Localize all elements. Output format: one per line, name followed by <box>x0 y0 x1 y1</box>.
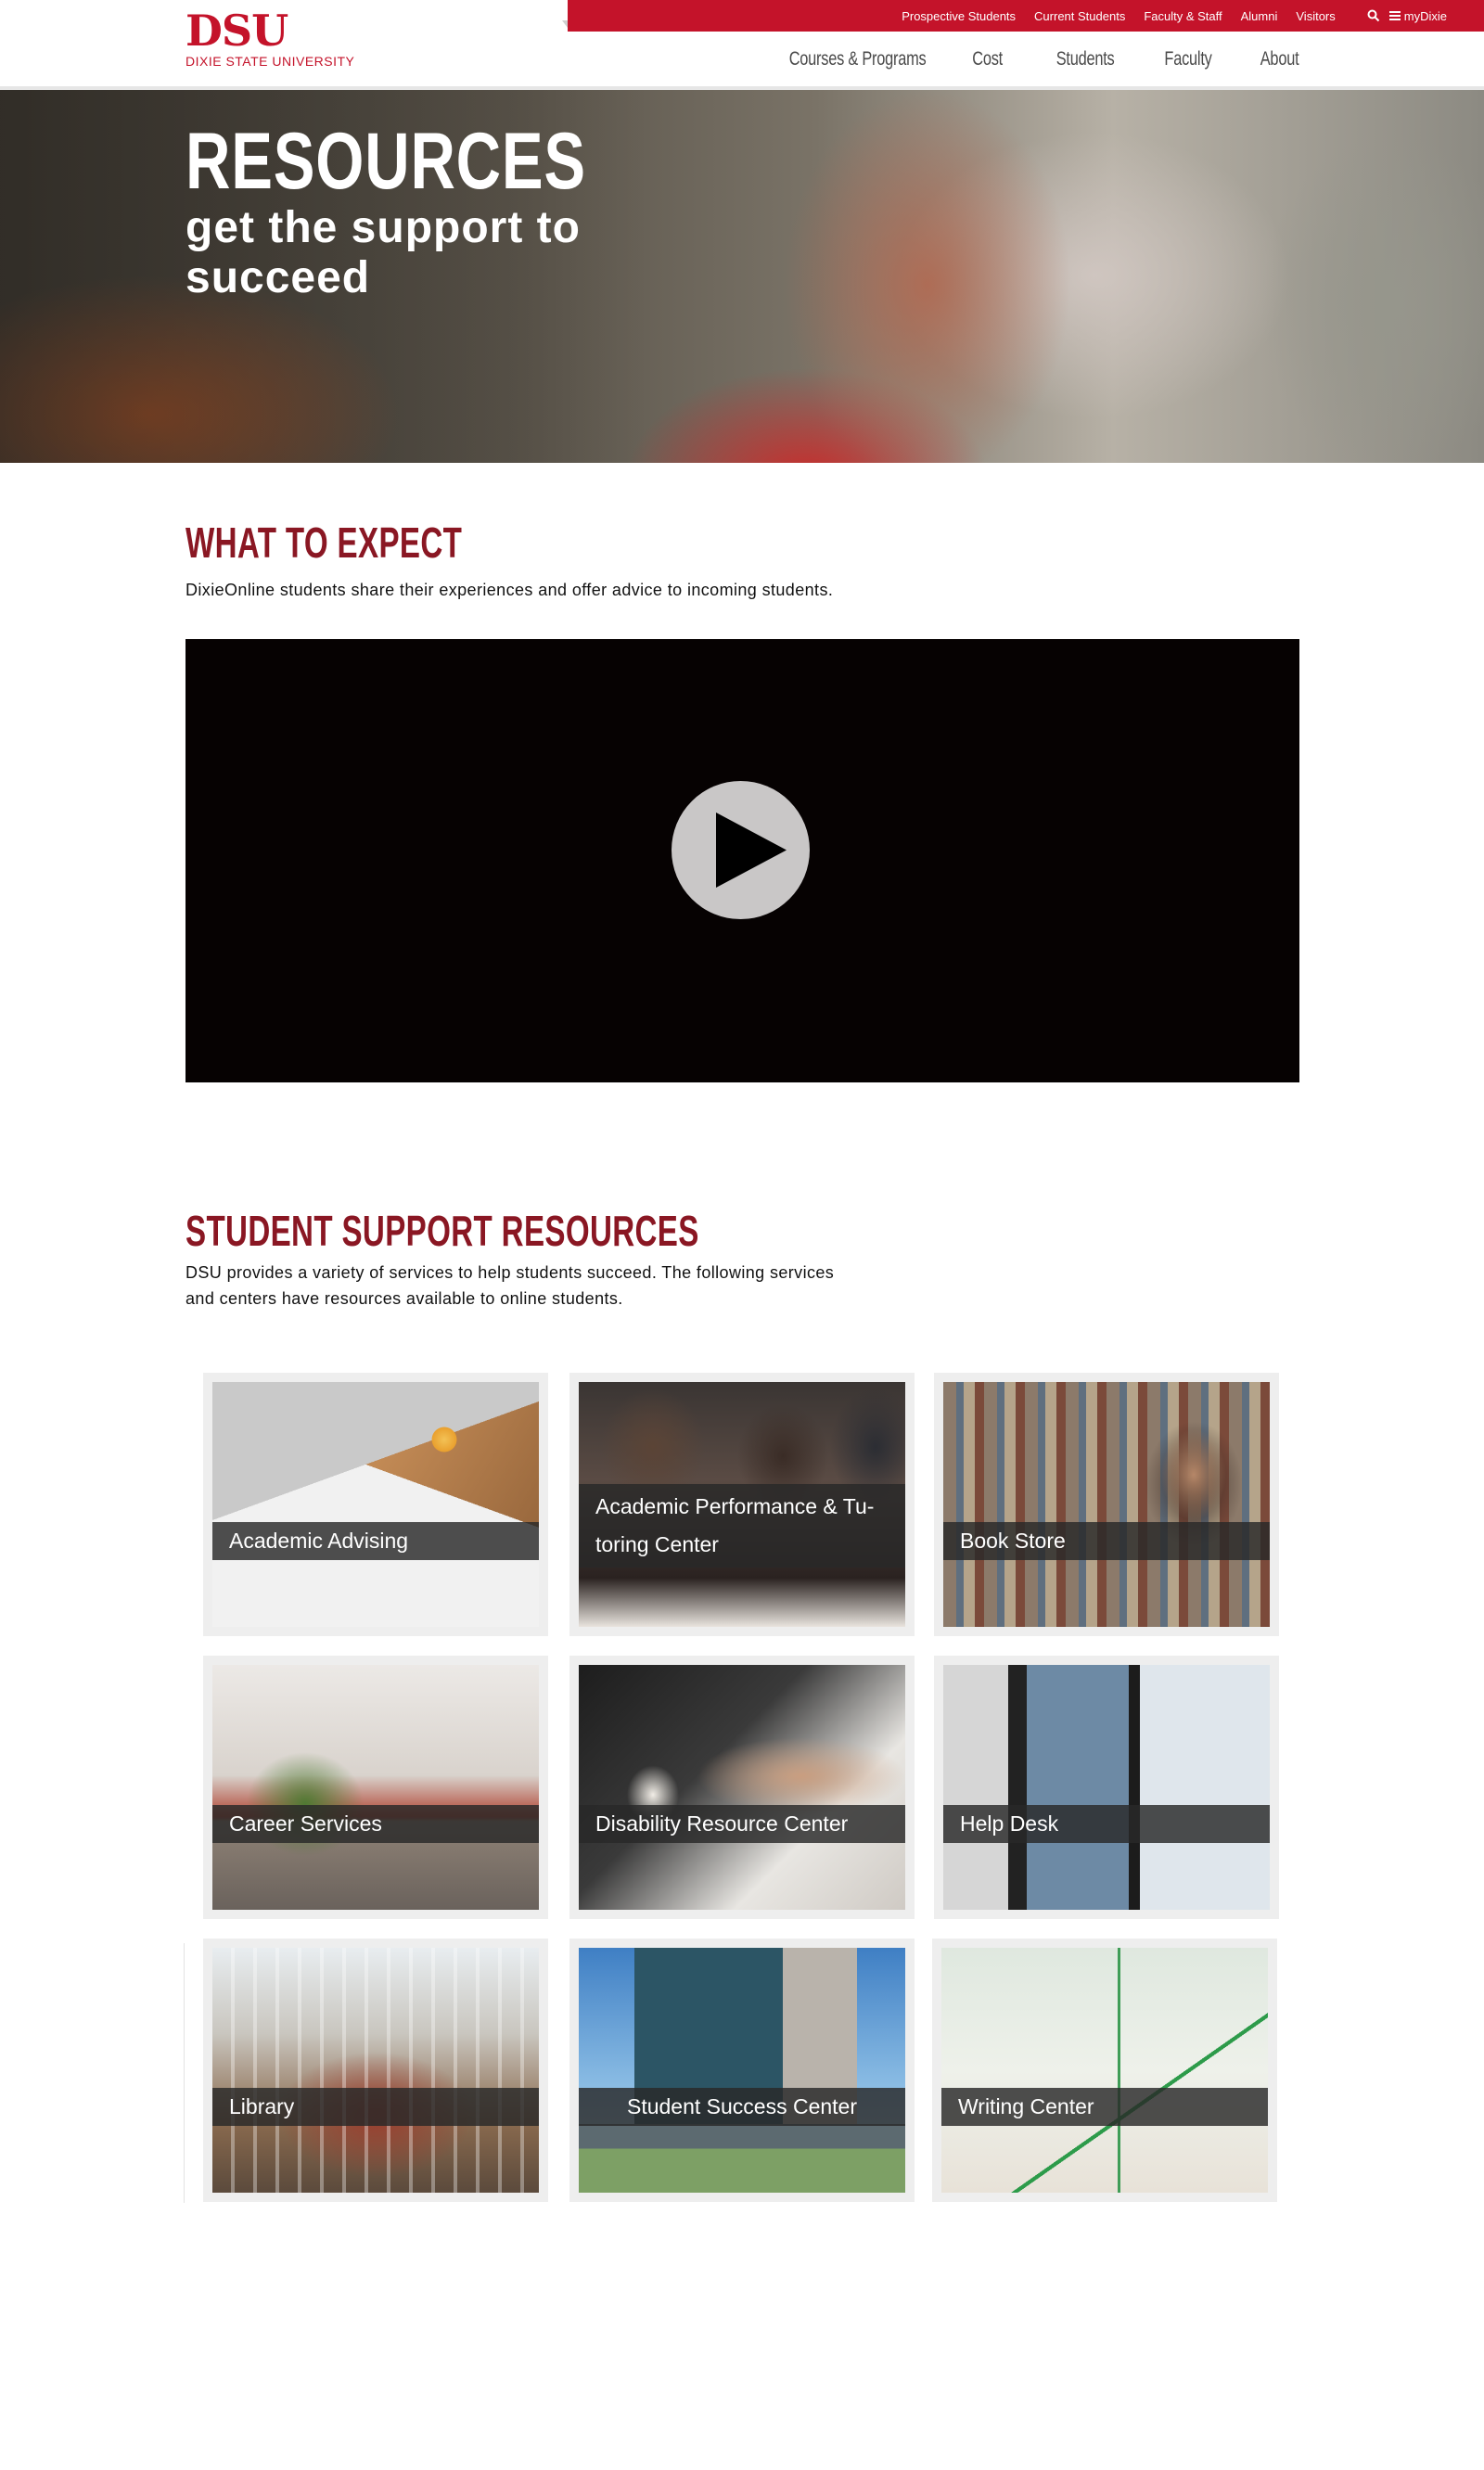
career-services-image <box>212 1665 539 1910</box>
resource-card-academic-advising[interactable]: Academic Advising <box>203 1373 548 1636</box>
play-button[interactable] <box>672 781 810 919</box>
utility-bar: Prospective Students Current Students Fa… <box>568 0 1484 32</box>
mydixie-label: myDixie <box>1403 8 1447 23</box>
menu-icon <box>1388 9 1401 23</box>
dsu-logo[interactable]: DSU DIXIE STATE UNIVERSITY <box>186 6 355 74</box>
card-label: Academic Performance & Tu- toring Center <box>579 1484 905 1568</box>
writing-center-image <box>941 1948 1268 2193</box>
nav-students[interactable]: Students <box>1055 48 1114 70</box>
divider <box>184 1943 185 2203</box>
resource-card-writing-center[interactable]: Writing Center <box>932 1939 1277 2202</box>
academic-advising-image <box>212 1382 539 1627</box>
card-label: Writing Center <box>941 2088 1268 2126</box>
what-to-expect-heading: WHAT TO EXPECT <box>186 518 463 567</box>
resource-card-library[interactable]: Library <box>203 1939 548 2202</box>
disability-resource-center-image <box>579 1665 905 1910</box>
nav-about[interactable]: About <box>1260 48 1298 70</box>
student-success-center-image <box>579 1948 905 2193</box>
support-resources-text-line1: DSU provides a variety of services to he… <box>186 1263 835 1282</box>
resource-card-help-desk[interactable]: Help Desk <box>934 1656 1279 1919</box>
card-label: Student Success Center <box>579 2088 905 2126</box>
card-label-line2: toring Center <box>595 1532 719 1556</box>
resource-card-student-success-center[interactable]: Student Success Center <box>569 1939 915 2202</box>
play-icon <box>716 813 787 888</box>
resource-card-book-store[interactable]: Book Store <box>934 1373 1279 1636</box>
card-label: Disability Resource Center <box>579 1805 905 1843</box>
video-player[interactable] <box>186 639 1299 1082</box>
search-icon[interactable] <box>1367 9 1380 22</box>
card-label: Career Services <box>212 1805 539 1843</box>
link-prospective-students[interactable]: Prospective Students <box>902 9 1016 23</box>
logo-mark: DSU <box>186 6 288 56</box>
card-label: Library <box>212 2088 539 2126</box>
help-desk-image <box>943 1665 1270 1910</box>
nav-courses-programs[interactable]: Courses & Programs <box>789 48 927 70</box>
library-image <box>212 1948 539 2193</box>
card-label-line1: Academic Performance & Tu- <box>595 1494 875 1518</box>
what-to-expect-text: DixieOnline students share their experie… <box>186 581 834 599</box>
link-faculty-staff[interactable]: Faculty & Staff <box>1144 9 1222 23</box>
logo-subtext: DIXIE STATE UNIVERSITY <box>186 54 355 69</box>
resource-card-tutoring-center[interactable]: Academic Performance & Tu- toring Center <box>569 1373 915 1636</box>
nav-cost[interactable]: Cost <box>972 48 1003 70</box>
resource-card-disability-resource-center[interactable]: Disability Resource Center <box>569 1656 915 1919</box>
card-label: Help Desk <box>943 1805 1270 1843</box>
book-store-image <box>943 1382 1270 1627</box>
support-resources-text-line2: and centers have resources available to … <box>186 1289 623 1308</box>
support-resources-heading: STUDENT SUPPORT RESOURCES <box>186 1207 699 1255</box>
hero-title: RESOURCES <box>186 117 586 206</box>
hero-banner: RESOURCES get the support to succeed <box>0 90 1484 463</box>
link-current-students[interactable]: Current Students <box>1034 9 1125 23</box>
utility-links: Prospective Students Current Students Fa… <box>883 0 1484 32</box>
resource-card-career-services[interactable]: Career Services <box>203 1656 548 1919</box>
main-nav: Courses & Programs Cost Students Faculty… <box>713 48 1299 70</box>
mydixie-button[interactable]: myDixie <box>1388 8 1447 23</box>
card-label: Book Store <box>943 1522 1270 1560</box>
card-label: Academic Advising <box>212 1522 539 1560</box>
link-alumni[interactable]: Alumni <box>1241 9 1278 23</box>
hero-subtitle: get the support to succeed <box>186 203 581 302</box>
nav-faculty[interactable]: Faculty <box>1164 48 1211 70</box>
link-visitors[interactable]: Visitors <box>1296 9 1335 23</box>
site-header: DSU DIXIE STATE UNIVERSITY Prospective S… <box>0 0 1484 90</box>
